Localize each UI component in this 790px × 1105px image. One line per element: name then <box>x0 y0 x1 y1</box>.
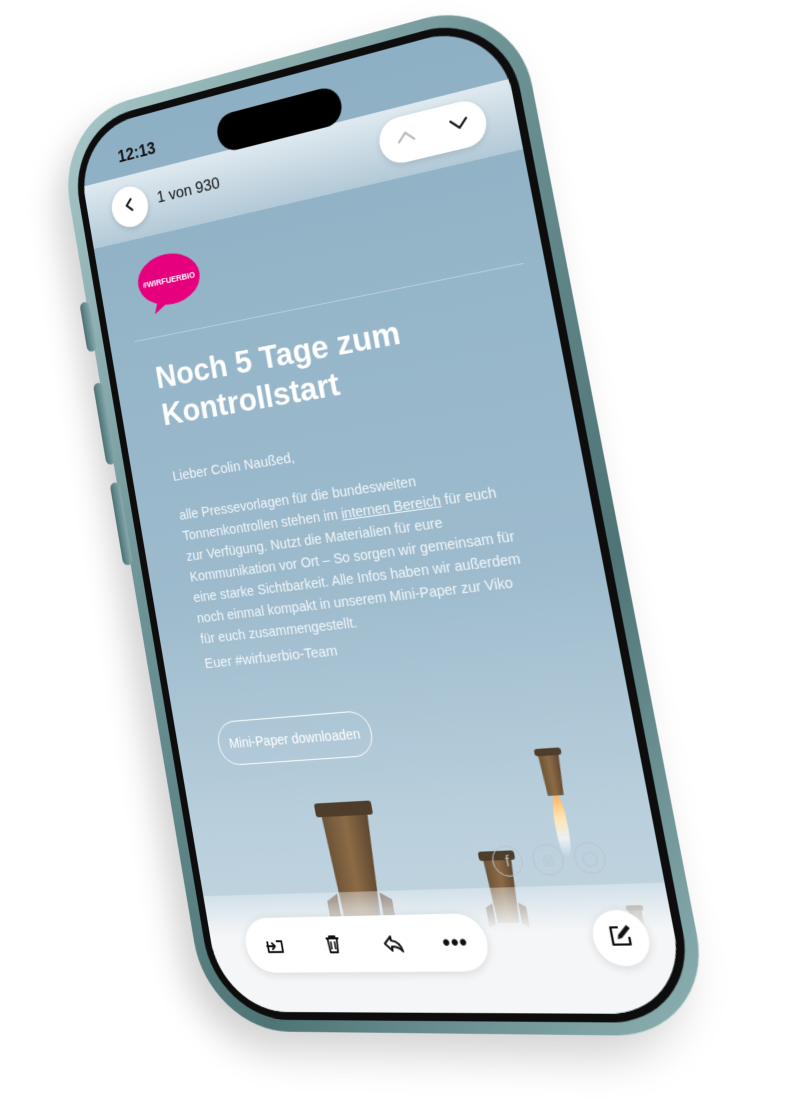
status-time: 12:13 <box>116 138 157 167</box>
mail-toolbar: ••• <box>241 913 493 973</box>
chevron-down-icon[interactable] <box>446 114 471 138</box>
instagram-icon[interactable]: ◎ <box>529 843 567 876</box>
reply-icon[interactable] <box>378 930 407 957</box>
phone-device: 12:13 1 von 930 #WIRFUERBIO Noch 5 Tage … <box>55 0 717 1037</box>
chevron-up-icon[interactable] <box>394 127 418 151</box>
facebook-icon[interactable]: f <box>489 844 526 878</box>
email-greeting: Lieber Colin Naußed, <box>171 449 296 485</box>
download-button[interactable]: Mini-Paper downloaden <box>214 709 376 767</box>
social-links: f ◎ ◯ <box>489 841 609 878</box>
mail-screen: 12:13 1 von 930 #WIRFUERBIO Noch 5 Tage … <box>74 18 690 1015</box>
wirfuerbio-logo: #WIRFUERBIO <box>132 244 207 319</box>
email-body: alle Pressevorlagen für die bundesweiten… <box>178 457 537 650</box>
social-icon[interactable]: ◯ <box>571 841 609 875</box>
move-to-folder-icon[interactable] <box>261 932 288 958</box>
email-title: Noch 5 Tage zum Kontrollstart <box>153 309 433 434</box>
more-icon[interactable]: ••• <box>440 929 470 956</box>
action-button <box>79 301 98 353</box>
chevron-left-icon <box>121 195 139 219</box>
trash-icon[interactable] <box>319 931 347 957</box>
compose-icon <box>604 921 638 955</box>
phone-bezel: 12:13 1 von 930 #WIRFUERBIO Noch 5 Tage … <box>66 8 701 1024</box>
product-render: 12:13 1 von 930 #WIRFUERBIO Noch 5 Tage … <box>0 0 790 1105</box>
